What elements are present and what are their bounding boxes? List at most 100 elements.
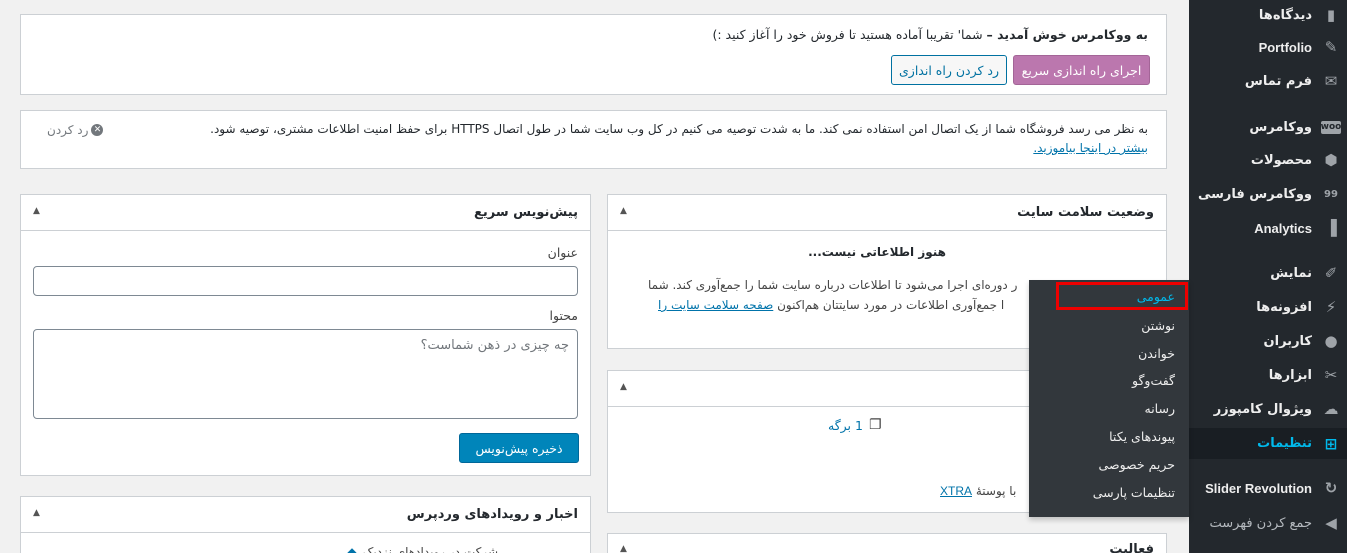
run-setup-wizard-button[interactable]: اجرای راه اندازی سریع — [1013, 55, 1150, 85]
submenu-parsi-settings[interactable]: تنظیمات پارسی — [1093, 485, 1175, 500]
user-icon: ● — [1324, 332, 1338, 350]
activity-widget: فعالیت ▲ — [607, 533, 1167, 553]
sidebar-item-comments[interactable]: ▮ دیدگاه‌ها — [1189, 0, 1347, 30]
https-warning-notice: به نظر می رسد فروشگاه شما از یک اتصال ام… — [20, 110, 1167, 169]
draft-title-label: عنوان — [547, 245, 578, 260]
welcome-message: شما' تقریبا آماده هستید تا فروش خود را آ… — [712, 27, 983, 42]
cloud-icon: ☁ — [1323, 400, 1339, 418]
sidebar-item-contact-form[interactable]: ✉ فرم تماس — [1189, 66, 1347, 96]
toggle-arrow-icon[interactable]: ▲ — [620, 382, 627, 392]
sidebar-item-tools[interactable]: ✂ ابزارها — [1189, 360, 1347, 390]
toggle-arrow-icon[interactable]: ▲ — [33, 206, 40, 216]
sidebar-item-label: ووکامرس — [1249, 119, 1312, 135]
collapse-icon: ◀ — [1325, 514, 1337, 532]
box-icon: ⬢ — [1324, 151, 1338, 169]
admin-sidebar: ▮ دیدگاه‌ها ✎ Portfolio ✉ فرم تماس woo و… — [1189, 0, 1347, 553]
sidebar-item-label: فرم تماس — [1244, 73, 1312, 89]
sidebar-item-label: دیدگاه‌ها — [1258, 7, 1312, 23]
theme-info: با پوستهٔ XTRA — [940, 484, 1016, 498]
plug-icon: ⚡ — [1325, 298, 1337, 316]
dismiss-label: رد کردن — [47, 123, 89, 137]
news-events-text: شرکت در رویدادهای نزدیک — [362, 545, 498, 553]
highlight-box — [1056, 282, 1188, 310]
sidebar-item-products[interactable]: ⬢ محصولات — [1189, 145, 1347, 175]
site-health-description-1: ر دوره‌ای اجرا می‌شود تا اطلاعات درباره … — [648, 278, 1018, 292]
theme-link[interactable]: XTRA — [940, 484, 972, 498]
sidebar-item-plugins[interactable]: ⚡ افزونه‌ها — [1189, 292, 1347, 322]
submenu-reading[interactable]: خواندن — [1138, 346, 1175, 361]
activity-title: فعالیت — [1109, 542, 1154, 553]
sidebar-item-portfolio[interactable]: ✎ Portfolio — [1189, 32, 1347, 62]
pages-count-link[interactable]: ❐ 1 برگه — [828, 417, 882, 433]
news-header: اخبار و رویدادهای وردپرس ▲ — [21, 497, 590, 533]
refresh-icon: ↻ — [1324, 479, 1338, 497]
https-warning-text: به نظر می رسد فروشگاه شما از یک اتصال ام… — [210, 122, 1148, 136]
sidebar-item-label: کاربران — [1263, 333, 1312, 349]
draft-content-label: محتوا — [549, 308, 578, 323]
collapse-menu-button[interactable]: ◀ جمع کردن فهرست — [1189, 508, 1347, 538]
news-title: اخبار و رویدادهای وردپرس — [406, 507, 578, 522]
sidebar-item-label: تنظیمات — [1257, 436, 1312, 451]
sidebar-item-label: ووکامرس فارسی — [1197, 186, 1312, 202]
submenu-discussion[interactable]: گفت‌وگو — [1132, 373, 1175, 388]
theme-prefix: با پوستهٔ — [975, 484, 1017, 498]
sidebar-item-appearance[interactable]: ✐ نمایش — [1189, 258, 1347, 288]
news-events-partial: شرکت در رویدادهای نزدیک ◆ — [347, 545, 498, 553]
sidebar-item-label: Portfolio — [1258, 39, 1312, 55]
location-icon: ◆ — [347, 545, 357, 553]
woo-icon: woo — [1320, 120, 1342, 134]
https-dismiss-link[interactable]: ✕ رد کردن — [47, 123, 104, 137]
site-health-title: وضعیت سلامت سایت — [1017, 205, 1154, 220]
settings-icon: ⊞ — [1324, 434, 1338, 453]
quick-draft-header: پیش‌نویس سریع ▲ — [21, 195, 590, 231]
quick-draft-title: پیش‌نویس سریع — [473, 205, 578, 220]
site-health-line2-text: ا جمع‌آوری اطلاعات در مورد سایتتان هم‌اک… — [777, 298, 1005, 312]
sidebar-item-slider-revolution[interactable]: ↻ Slider Revolution — [1189, 473, 1347, 503]
toggle-arrow-icon[interactable]: ▲ — [620, 206, 627, 216]
sidebar-item-label: افزونه‌ها — [1256, 299, 1312, 315]
woo-persian-icon: 99 — [1324, 188, 1338, 200]
quick-draft-widget: پیش‌نویس سریع ▲ عنوان محتوا چه چیزی در ذ… — [20, 194, 591, 476]
sidebar-item-woocommerce[interactable]: woo ووکامرس — [1189, 112, 1347, 142]
pin-icon: ✎ — [1324, 38, 1338, 56]
sidebar-item-users[interactable]: ● کاربران — [1189, 326, 1347, 356]
sidebar-item-label: نمایش — [1270, 265, 1312, 281]
sidebar-item-label: محصولات — [1250, 152, 1312, 168]
sidebar-item-label: Analytics — [1254, 220, 1312, 236]
draft-title-input[interactable] — [33, 266, 578, 296]
site-health-description-2: ا جمع‌آوری اطلاعات در مورد سایتتان هم‌اک… — [658, 298, 1004, 312]
sidebar-item-label: ابزارها — [1268, 367, 1312, 383]
welcome-title: به ووکامرس خوش آمدید – — [986, 27, 1148, 42]
mail-icon: ✉ — [1324, 72, 1338, 90]
comment-icon: ▮ — [1326, 6, 1336, 24]
woocommerce-welcome-notice: به ووکامرس خوش آمدید – شما' تقریبا آماده… — [20, 14, 1167, 95]
submenu-privacy[interactable]: حریم خصوصی — [1099, 457, 1175, 472]
site-health-page-link[interactable]: صفحه سلامت سایت را — [658, 298, 773, 312]
wrench-icon: ✂ — [1324, 366, 1338, 384]
skip-setup-button[interactable]: رد کردن راه اندازی — [891, 55, 1007, 85]
draft-content-placeholder: چه چیزی در ذهن شماست؟ — [420, 338, 569, 353]
draft-content-textarea[interactable]: چه چیزی در ذهن شماست؟ — [33, 329, 578, 419]
https-learn-more-link[interactable]: بیشتر در اینجا بیاموزید. — [1033, 141, 1148, 155]
site-health-header: وضعیت سلامت سایت ▲ — [608, 195, 1166, 231]
site-health-empty-text: هنوز اطلاعاتی نیست... — [808, 245, 946, 259]
submenu-permalinks[interactable]: پیوندهای یکتا — [1109, 429, 1175, 444]
save-draft-button[interactable]: ذخیره پیش‌نویس — [459, 433, 579, 463]
sidebar-item-woocommerce-persian[interactable]: 99 ووکامرس فارسی — [1189, 179, 1347, 209]
submenu-media[interactable]: رسانه — [1145, 401, 1176, 416]
submenu-writing[interactable]: نوشتن — [1141, 318, 1175, 333]
wordpress-news-widget: اخبار و رویدادهای وردپرس ▲ شرکت در رویدا… — [20, 496, 591, 553]
toggle-arrow-icon[interactable]: ▲ — [33, 508, 40, 518]
bar-chart-icon: ▐ — [1325, 219, 1337, 237]
sidebar-item-label: ویژوال کامپوزر — [1213, 401, 1312, 417]
sidebar-item-analytics[interactable]: ▐ Analytics — [1189, 213, 1347, 243]
toggle-arrow-icon[interactable]: ▲ — [620, 544, 627, 553]
sidebar-item-settings[interactable]: ⊞ تنظیمات — [1189, 428, 1347, 459]
pages-count-label: 1 برگه — [828, 417, 863, 433]
sidebar-item-visual-composer[interactable]: ☁ ویژوال کامپوزر — [1189, 394, 1347, 424]
close-circle-icon: ✕ — [91, 124, 104, 136]
sidebar-item-label: Slider Revolution — [1205, 480, 1312, 496]
pages-icon: ❐ — [868, 417, 882, 433]
brush-icon: ✐ — [1324, 264, 1338, 282]
sidebar-item-label: جمع کردن فهرست — [1209, 515, 1312, 531]
